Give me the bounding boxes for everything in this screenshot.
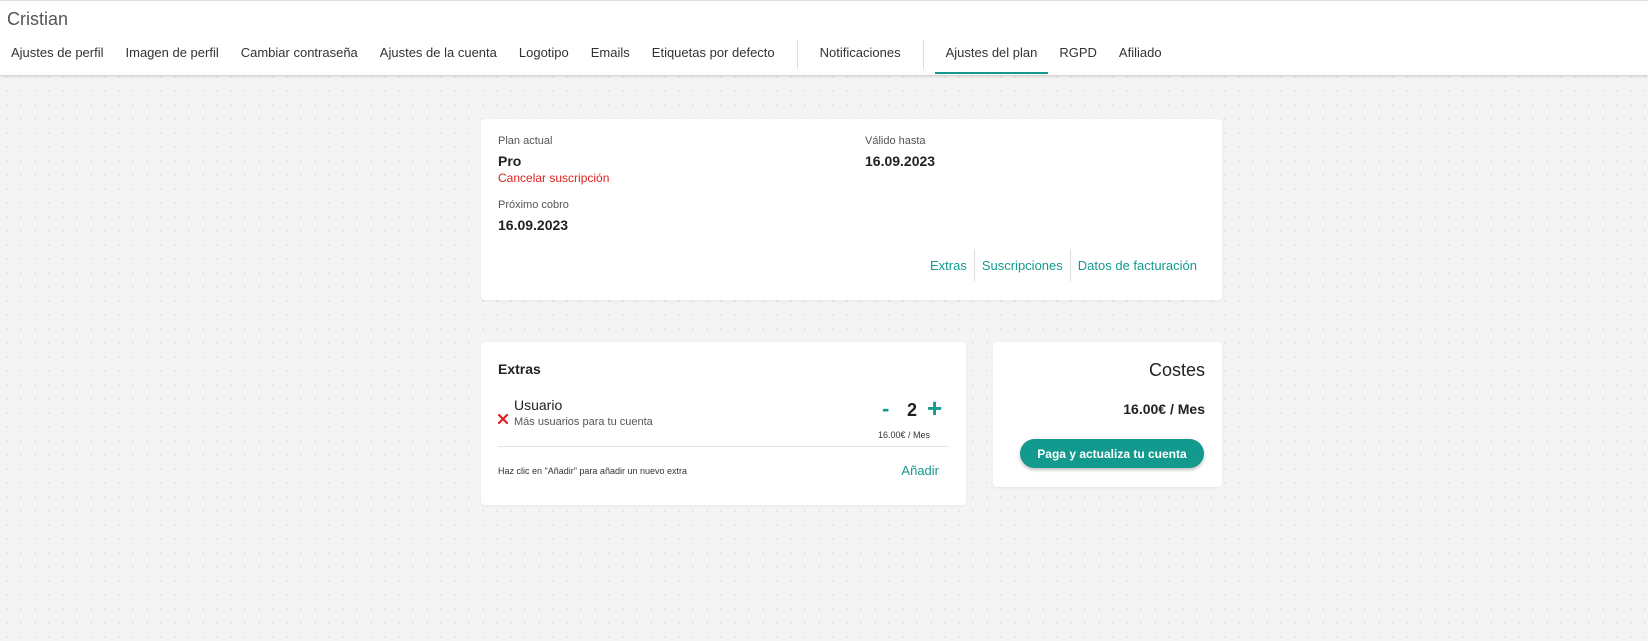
plan-links: Extras Suscripciones Datos de facturació… (923, 249, 1204, 281)
extras-title: Extras (498, 361, 541, 377)
tab-notificaciones[interactable]: Notificaciones (809, 37, 912, 76)
tab-divider (922, 40, 924, 69)
tab-rgpd[interactable]: RGPD (1048, 37, 1108, 76)
current-plan-label: Plan actual (498, 135, 553, 147)
subscriptions-link[interactable]: Suscripciones (975, 258, 1070, 273)
extra-item-name: Usuario (514, 397, 563, 413)
cancel-subscription-link[interactable]: Cancelar suscripción (498, 171, 609, 185)
valid-until-label: Válido hasta (865, 135, 926, 147)
add-extra-hint: Haz clic en "Añadir" para añadir un nuev… (498, 466, 687, 476)
close-icon[interactable] (497, 412, 509, 425)
extras-divider (498, 446, 949, 447)
app-header: Cristian Ajustes de perfil Imagen de per… (0, 0, 1648, 75)
current-plan-value: Pro (498, 153, 522, 169)
tab-ajustes-del-plan[interactable]: Ajustes del plan (934, 37, 1049, 76)
pay-and-upgrade-button[interactable]: Paga y actualiza tu cuenta (1020, 439, 1204, 468)
next-charge-label: Próximo cobro (498, 199, 569, 211)
add-extra-link[interactable]: Añadir (901, 463, 939, 478)
extra-item-description: Más usuarios para tu cuenta (514, 416, 653, 428)
costs-title: Costes (1148, 360, 1205, 380)
next-charge-value: 16.09.2023 (498, 217, 569, 233)
tab-ajustes-de-la-cuenta[interactable]: Ajustes de la cuenta (369, 37, 508, 76)
billing-data-link[interactable]: Datos de facturación (1071, 258, 1204, 273)
tab-divider (796, 40, 798, 69)
tab-emails[interactable]: Emails (580, 37, 641, 76)
extra-item-price: 16.00€ / Mes (878, 430, 931, 440)
quantity-value: 2 (907, 400, 918, 420)
tab-imagen-de-perfil[interactable]: Imagen de perfil (115, 37, 230, 76)
extras-card: Extras Usuario Más usuarios para tu cuen… (481, 342, 966, 505)
tab-afiliado[interactable]: Afiliado (1108, 37, 1173, 76)
costs-amount: 16.00€ / Mes (1123, 401, 1205, 417)
settings-tabs: Ajustes de perfil Imagen de perfil Cambi… (0, 37, 1173, 76)
tab-logotipo[interactable]: Logotipo (508, 37, 580, 76)
user-name: Cristian (7, 9, 69, 29)
extras-link[interactable]: Extras (923, 258, 974, 273)
tab-ajustes-de-perfil[interactable]: Ajustes de perfil (0, 37, 115, 76)
tab-etiquetas-por-defecto[interactable]: Etiquetas por defecto (641, 37, 786, 76)
costs-card: Costes 16.00€ / Mes Paga y actualiza tu … (993, 342, 1222, 487)
quantity-increase-button[interactable]: + (927, 394, 942, 422)
tab-cambiar-contrasena[interactable]: Cambiar contraseña (230, 37, 369, 76)
plan-card: Plan actual Pro Cancelar suscripción Pró… (481, 119, 1222, 300)
valid-until-value: 16.09.2023 (865, 153, 936, 169)
quantity-decrease-button[interactable]: - (882, 396, 889, 422)
